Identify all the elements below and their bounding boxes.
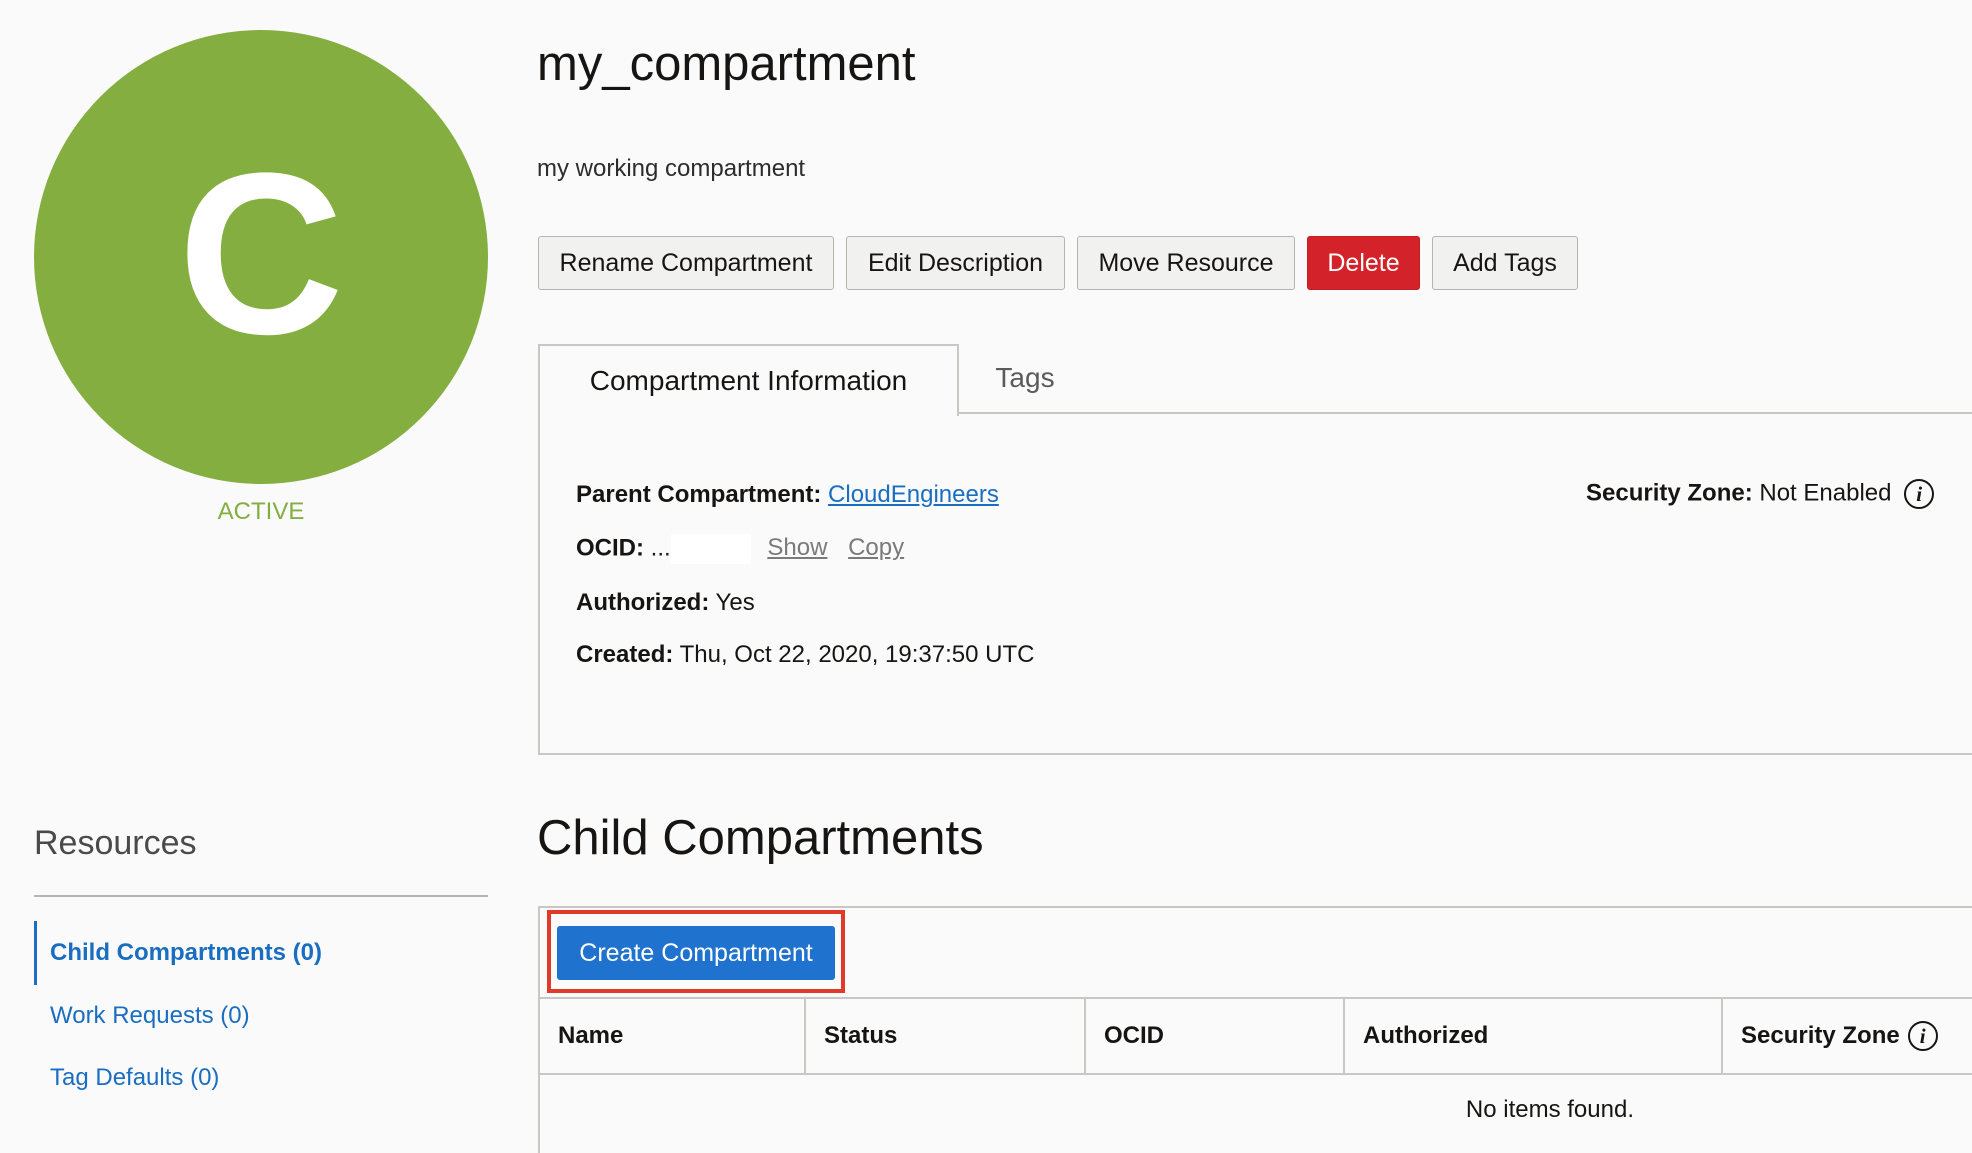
ocid-label: OCID: — [576, 534, 644, 562]
security-zone-row: Security Zone: Not Enabled i — [1586, 479, 1935, 509]
tab-tags[interactable]: Tags — [960, 344, 1090, 412]
page-title: my_compartment — [537, 37, 916, 91]
move-resource-button[interactable]: Move Resource — [1077, 236, 1295, 290]
info-icon[interactable]: i — [1907, 1021, 1938, 1051]
column-header-name[interactable]: Name — [540, 997, 804, 1075]
active-indicator — [34, 921, 37, 985]
column-header-authorized[interactable]: Authorized — [1345, 997, 1723, 1075]
empty-state-message: No items found. — [1465, 1096, 1634, 1123]
created-label: Created: — [576, 641, 674, 668]
highlight-box — [547, 910, 845, 993]
resource-item-child-compartments[interactable]: Child Compartments (0) — [50, 939, 322, 967]
ocid-row: OCID: ... Show Copy — [576, 534, 904, 564]
parent-compartment-row: Parent Compartment: CloudEngineers — [576, 481, 999, 509]
show-ocid-link[interactable]: Show — [767, 534, 827, 561]
authorized-label: Authorized: — [576, 589, 710, 616]
child-compartments-title: Child Compartments — [537, 811, 984, 865]
security-zone-label: Security Zone: — [1586, 479, 1753, 507]
authorized-value: Yes — [715, 589, 755, 616]
tab-compartment-information[interactable]: Compartment Information — [538, 344, 959, 416]
resources-title: Resources — [34, 824, 197, 862]
created-row: Created: Thu, Oct 22, 2020, 19:37:50 UTC — [576, 641, 1034, 669]
copy-ocid-link[interactable]: Copy — [848, 534, 904, 561]
column-header-ocid[interactable]: OCID — [1086, 997, 1343, 1075]
add-tags-button[interactable]: Add Tags — [1432, 236, 1578, 290]
compartment-avatar: C — [34, 30, 488, 484]
resource-item-tag-defaults[interactable]: Tag Defaults (0) — [50, 1064, 219, 1092]
column-header-security-zone[interactable]: Security Zone i — [1723, 997, 1972, 1075]
avatar-letter: C — [177, 125, 345, 382]
security-zone-header-label: Security Zone — [1741, 1022, 1900, 1049]
delete-button[interactable]: Delete — [1307, 236, 1420, 290]
parent-compartment-link[interactable]: CloudEngineers — [828, 481, 999, 508]
edit-description-button[interactable]: Edit Description — [846, 236, 1065, 290]
resources-divider — [34, 895, 488, 897]
parent-compartment-label: Parent Compartment: — [576, 481, 822, 508]
ocid-redaction — [670, 534, 751, 564]
column-header-status[interactable]: Status — [806, 997, 1084, 1075]
resource-item-work-requests[interactable]: Work Requests (0) — [50, 1002, 250, 1030]
rename-compartment-button[interactable]: Rename Compartment — [538, 236, 834, 290]
info-icon[interactable]: i — [1904, 479, 1935, 509]
security-zone-value: Not Enabled — [1759, 479, 1892, 507]
ocid-value: ... — [650, 534, 671, 562]
authorized-row: Authorized: Yes — [576, 589, 755, 617]
created-value: Thu, Oct 22, 2020, 19:37:50 UTC — [679, 641, 1035, 668]
status-label: ACTIVE — [217, 498, 305, 525]
compartment-description: my working compartment — [537, 155, 806, 182]
compartment-info-panel — [538, 414, 1972, 755]
